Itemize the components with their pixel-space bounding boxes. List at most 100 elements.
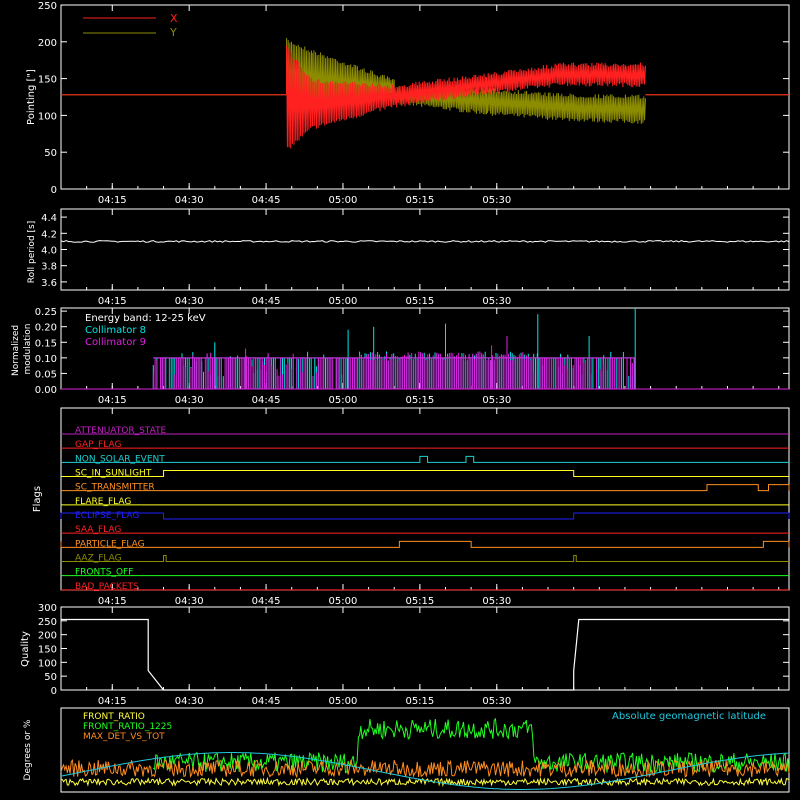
flag-label: BAD_PACKETS xyxy=(75,582,139,592)
y-tick-label: 300 xyxy=(38,603,57,614)
y-tick-label: 0.15 xyxy=(35,338,57,349)
flag-label: PARTICLE_FLAG xyxy=(75,539,145,549)
degrees-series xyxy=(60,776,790,788)
flag-line xyxy=(60,512,790,520)
x-tick-label: 05:00 xyxy=(329,395,358,406)
flag-label: GAP_FLAG xyxy=(75,440,121,450)
x-tick-label: 05:00 xyxy=(329,696,358,707)
x-tick-label: 04:15 xyxy=(98,296,127,307)
legend-y-label: Y xyxy=(169,26,177,39)
flag-label: AAZ_FLAG xyxy=(75,554,122,564)
x-tick-label: 04:15 xyxy=(98,195,127,206)
collimator9-label: Collimator 9 xyxy=(85,337,146,348)
x-tick-label: 05:15 xyxy=(405,195,434,206)
flags-frame xyxy=(60,407,790,591)
quality-yticks: 0 50 100 150 200 250 300 xyxy=(38,603,789,697)
x-tick-label: 04:15 xyxy=(98,596,127,607)
y-tick-label: 3.8 xyxy=(41,262,57,273)
x-tick-label: 05:30 xyxy=(482,195,511,206)
flag-label: ATTENUATOR_STATE xyxy=(75,426,167,436)
flags-xticks: 04:15 04:30 04:45 05:00 05:15 05:30 xyxy=(60,408,780,607)
flag-line xyxy=(61,484,790,492)
pointing-xticks: 04:15 04:30 04:45 05:00 05:15 05:30 xyxy=(60,5,780,206)
y-tick-label: 0.10 xyxy=(35,354,57,365)
roll-xticks: 04:15 04:30 04:45 05:00 05:15 05:30 xyxy=(60,209,780,307)
x-tick-label: 04:15 xyxy=(98,696,127,707)
x-tick-label: 05:30 xyxy=(482,395,511,406)
x-tick-label: 04:45 xyxy=(252,296,281,307)
y-tick-label: 150 xyxy=(38,645,57,656)
flag-label: SC_TRANSMITTER xyxy=(75,483,155,493)
roll-period-line xyxy=(60,240,790,243)
x-tick-label: 05:15 xyxy=(405,395,434,406)
pointing-data xyxy=(61,38,789,149)
x-tick-label: 05:00 xyxy=(329,296,358,307)
flag-line xyxy=(61,455,789,463)
geomag-label: Absolute geomagnetic latitude xyxy=(612,711,766,722)
quality-panel: Quality 050100150200250300 04:15 04:30 04:… xyxy=(20,603,790,707)
energy-band-label: Energy band: 12-25 keV xyxy=(85,313,206,324)
y-tick-label: 50 xyxy=(44,148,57,159)
figure: Pointing ["] 050100150200250 04:15 04:30 0… xyxy=(11,1,790,793)
y-tick-label: 4.0 xyxy=(41,246,57,257)
y-tick-label: 250 xyxy=(38,1,57,12)
flags-ylabel: Flags xyxy=(32,486,43,512)
x-tick-label: 04:45 xyxy=(252,395,281,406)
x-tick-label: 04:45 xyxy=(252,696,281,707)
y-tick-label: 4.4 xyxy=(41,213,57,224)
y-tick-label: 0.00 xyxy=(35,385,57,396)
x-tick-label: 05:00 xyxy=(329,596,358,607)
pointing-panel: Pointing ["] 050100150200250 04:15 04:30 0… xyxy=(26,1,790,206)
quality-data xyxy=(61,618,789,691)
legend-front-ratio: FRONT_RATIO xyxy=(83,712,145,722)
x-tick-label: 04:45 xyxy=(252,596,281,607)
x-tick-label: 04:45 xyxy=(252,195,281,206)
x-tick-label: 05:15 xyxy=(405,296,434,307)
quality-line xyxy=(61,618,789,691)
pointing-series-y xyxy=(61,38,789,124)
collimator-9-bars xyxy=(152,336,636,389)
y-tick-label: 3.6 xyxy=(41,278,57,289)
y-tick-label: 0.25 xyxy=(35,307,57,318)
modulation-panel: Normalized modulation 0.00 0.05 0.10 0.15 0.… xyxy=(11,307,790,406)
y-tick-label: 200 xyxy=(38,631,57,642)
roll-data xyxy=(60,240,790,243)
degrees-ylabel: Degrees or % xyxy=(23,719,33,780)
roll-ylabel: Roll period [s] xyxy=(27,221,37,283)
modulation-ylabel-line2: modulation xyxy=(23,324,33,375)
x-tick-label: 05:30 xyxy=(482,296,511,307)
flag-label: SC_IN_SUNLIGHT xyxy=(75,469,152,479)
x-tick-label: 04:30 xyxy=(175,296,204,307)
y-tick-label: 0 xyxy=(51,686,57,697)
x-tick-label: 05:30 xyxy=(482,696,511,707)
y-tick-label: 0 xyxy=(51,185,57,196)
legend-front-ratio-1225: FRONT_RATIO_1225 xyxy=(83,722,172,732)
x-tick-label: 05:15 xyxy=(405,596,434,607)
y-tick-label: 50 xyxy=(44,672,57,683)
flags-data: ATTENUATOR_STATE GAP_FLAG NON_SOLAR_EVENT S… xyxy=(60,426,790,592)
y-tick-label: 100 xyxy=(38,111,57,122)
flag-label: ECLIPSE_FLAG xyxy=(75,511,139,521)
y-tick-label: 4.2 xyxy=(41,229,57,240)
roll-frame xyxy=(60,208,790,291)
x-tick-label: 04:30 xyxy=(175,395,204,406)
roll-yticks: 3.6 3.8 4.0 4.2 4.4 xyxy=(41,213,789,289)
quality-xticks: 04:15 04:30 04:45 05:00 05:15 05:30 xyxy=(60,607,780,707)
modulation-ylabel-line1: Normalized xyxy=(11,325,21,376)
pointing-ylabel: Pointing ["] xyxy=(26,69,37,125)
flag-line xyxy=(60,540,790,548)
roll-period-panel: Roll period [s] 3.63.84.04.24.4 04:15 04:… xyxy=(27,208,790,307)
pointing-series-x xyxy=(61,45,789,149)
flag-label: NON_SOLAR_EVENT xyxy=(75,454,165,464)
flag-label: FRONTS_OFF xyxy=(75,568,133,578)
y-tick-label: 250 xyxy=(38,617,57,628)
flag-line xyxy=(61,555,789,562)
flag-label: SAA_FLAG xyxy=(75,525,121,535)
x-tick-label: 04:30 xyxy=(175,696,204,707)
degrees-panel: Degrees or % FRONT_RATIO FRONT_RATIO_122… xyxy=(23,707,790,793)
legend-max-det: MAX_DET_VS_TOT xyxy=(83,732,165,742)
y-tick-label: 100 xyxy=(38,658,57,669)
x-tick-label: 05:00 xyxy=(329,195,358,206)
modulation-ylabel: Normalized modulation xyxy=(11,322,33,376)
flag-label: FLARE_FLAG xyxy=(75,497,131,507)
